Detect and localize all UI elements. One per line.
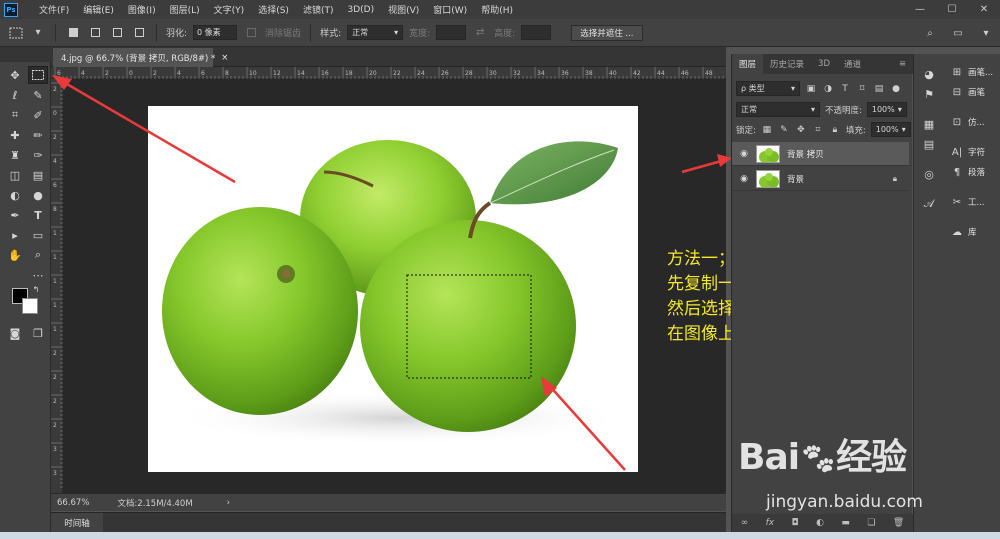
baidu-logo: Bai🐾︎经验 [738,428,907,480]
opacity-value: 100% [871,105,895,114]
brushes-item[interactable]: ⊟ 画笔 [950,86,986,99]
lock-pixels-icon[interactable]: ▦ [761,124,773,136]
blend-mode-value: 正常 [741,105,757,114]
layer-filter-row: ρ 类型 ▾ ▣ ◑ T ⌑ ▤ ● [736,81,902,96]
chevron-down-icon: ▾ [810,105,815,114]
libraries-icon: ☁ [952,226,962,238]
brush-settings-item[interactable]: ⊞ 画笔... [950,66,994,79]
filter-shape-icon[interactable]: ⌑ [856,83,868,95]
properties-panel-icon[interactable]: ▦ [921,116,937,132]
tab-3d[interactable]: 3D [811,54,837,74]
paragraph-label: 段落 [968,168,986,178]
fill-input[interactable]: 100% ▾ [870,122,911,137]
clone-source-item[interactable]: ⊡ 仿... [950,116,985,129]
character-item[interactable]: A| 字符 [950,146,986,159]
fill-label: 填充: [845,125,866,136]
filter-adjust-icon[interactable]: ◑ [822,83,834,95]
swatches-panel-icon[interactable]: ⚑ [921,86,937,102]
paw-icon: 🐾︎ [799,442,837,477]
tab-layers[interactable]: 图层 [732,54,764,74]
baidu-url: jingyan.baidu.com [766,492,923,512]
visibility-eye-icon[interactable]: ◉ [736,149,752,159]
panel-menu-icon[interactable]: ≡ [892,54,913,74]
filter-type-label: ρ 类型 [741,84,765,93]
document-info: 文档:2.15M/4.40M [117,498,193,509]
brushes-label: 画笔 [968,88,986,98]
lock-row: 锁定: ▦ ✎ ✥ ⌗ 🔒︎ 填充: 100% ▾ [736,122,911,137]
character-label: 字符 [968,148,986,158]
os-taskbar [0,532,1000,539]
panel-tabs: 图层 历史记录 3D 通道 ≡ [732,54,913,74]
clone-source-label: 仿... [968,118,985,128]
paragraph-item[interactable]: ¶ 段落 [950,166,986,179]
layer-thumbnail [756,169,780,188]
brushes-icon: ⊟ [952,86,962,98]
zoom-level[interactable]: 66.67% [57,498,89,508]
layer-row-background-copy[interactable]: ◉ 背景 拷贝 [732,142,909,166]
adjustments-panel-icon[interactable]: ▤ [921,136,937,152]
filter-smart-icon[interactable]: ▤ [873,83,885,95]
glyphs-panel-icon[interactable]: 𝒜 [921,196,937,212]
lock-move-icon[interactable]: ✥ [795,124,807,136]
layer-filter-select[interactable]: ρ 类型 ▾ [736,81,800,96]
chevron-down-icon: ▾ [790,84,795,93]
filter-type-icon[interactable]: T [839,83,851,95]
timeline-panel: 时间轴 [51,512,726,533]
arrow-to-selection [546,382,626,471]
tab-history[interactable]: 历史记录 [763,54,811,74]
layer-name: 背景 [787,174,805,185]
brush-settings-icon: ⊞ [952,66,962,78]
status-bar: 66.67% 文档:2.15M/4.40M › [51,493,726,511]
tab-timeline[interactable]: 时间轴 [51,513,103,533]
libraries-item[interactable]: ☁ 库 [950,226,977,239]
arrow-head [717,154,732,167]
color-panel-icon[interactable]: ◕ [921,66,937,82]
chevron-down-icon: ▾ [901,125,906,134]
arrow-to-layer [681,158,726,174]
tool-presets-icon: ✂ [952,196,962,208]
arrow-head [541,376,557,397]
tab-channels[interactable]: 通道 [837,54,868,74]
fill-value: 100% [875,125,899,134]
layer-row-background[interactable]: ◉ 背景 🔒︎ [732,167,909,191]
status-menu-arrow[interactable]: › [227,498,230,508]
blend-row: 正常 ▾ 不透明度: 100% ▾ [736,102,907,117]
filter-pixel-icon[interactable]: ▣ [805,83,817,95]
chevron-down-icon: ▾ [897,105,902,114]
paragraph-icon: ¶ [953,166,961,178]
lock-icon: 🔒︎ [892,173,897,183]
opacity-input[interactable]: 100% ▾ [866,102,907,117]
cc-panel-icon[interactable]: ◎ [921,166,937,182]
character-icon: A| [951,146,963,158]
baidu-watermark: Bai🐾︎经验 jingyan.baidu.com [738,428,1000,520]
jingyan-logo-text: 经验 [836,437,907,478]
arrow-to-marquee-tool [59,78,236,184]
lock-artboard-icon[interactable]: ⌗ [812,124,824,136]
opacity-label: 不透明度: [825,105,862,116]
tool-presets-item[interactable]: ✂ 工... [950,196,985,209]
lock-paint-icon[interactable]: ✎ [778,124,790,136]
visibility-eye-icon[interactable]: ◉ [736,174,752,184]
filter-toggle-icon[interactable]: ● [890,83,902,95]
libraries-label: 库 [968,228,977,238]
blend-mode-select[interactable]: 正常 ▾ [736,102,820,117]
layer-thumbnail [756,144,780,163]
layer-name: 背景 拷贝 [787,149,824,160]
baidu-logo-text: Bai [738,437,800,478]
arrow-head [52,75,72,90]
lock-label: 锁定: [736,125,756,136]
brush-settings-label: 画笔... [968,68,994,78]
tool-presets-label: 工... [968,198,985,208]
clone-source-icon: ⊡ [952,116,962,128]
lock-all-icon[interactable]: 🔒︎ [829,124,841,136]
